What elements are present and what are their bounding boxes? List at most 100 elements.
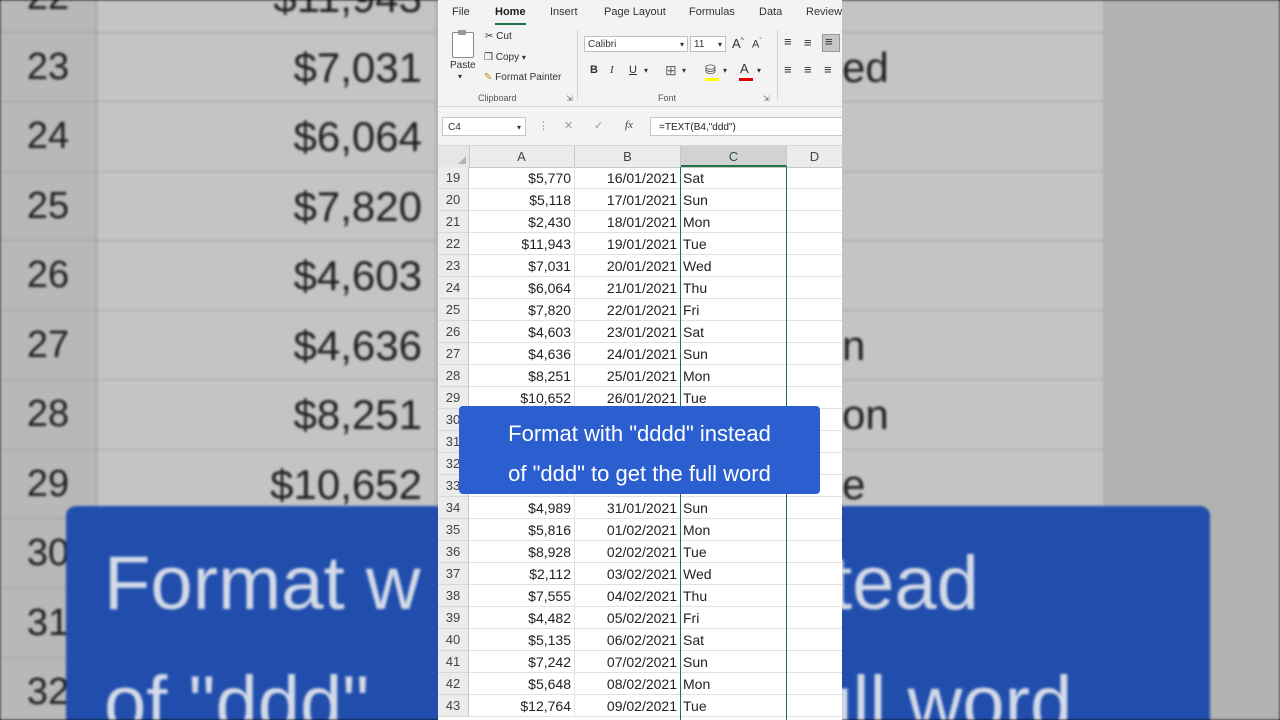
column-header-a[interactable]: A [469, 146, 575, 167]
cell-c[interactable]: Mon [681, 211, 787, 233]
cell-b[interactable]: 05/02/2021 [575, 607, 681, 629]
row-header[interactable]: 27 [438, 343, 469, 365]
align-top-icon[interactable]: ≡ [784, 34, 792, 49]
cell-d[interactable] [787, 211, 842, 233]
font-color-button[interactable]: A [740, 61, 749, 76]
shrink-font-button[interactable]: Aˇ [752, 38, 762, 51]
row-header[interactable]: 37 [438, 563, 469, 585]
cell-c[interactable]: Tue [681, 695, 787, 717]
paste-dropdown-icon[interactable]: ▾ [458, 72, 462, 81]
cell-b[interactable]: 22/01/2021 [575, 299, 681, 321]
cell-a[interactable]: $5,135 [469, 629, 575, 651]
row-header[interactable]: 41 [438, 651, 469, 673]
copy-button[interactable]: ❐ Copy ▾ [484, 52, 526, 63]
clipboard-launcher-icon[interactable]: ⇲ [566, 94, 573, 103]
cell-b[interactable]: 25/01/2021 [575, 365, 681, 387]
cell-a[interactable]: $2,430 [469, 211, 575, 233]
cell-c[interactable]: Thu [681, 585, 787, 607]
row-header[interactable]: 22 [438, 233, 469, 255]
cell-d[interactable] [787, 343, 842, 365]
tab-data[interactable]: Data [759, 6, 782, 18]
row-header[interactable]: 23 [438, 255, 469, 277]
underline-button[interactable]: U [629, 64, 637, 76]
borders-icon[interactable]: ⊞ [665, 62, 677, 79]
cell-c[interactable]: Mon [681, 365, 787, 387]
cell-c[interactable]: Sun [681, 189, 787, 211]
cell-d[interactable] [787, 585, 842, 607]
font-family-select[interactable]: Calibri ▾ [584, 36, 688, 52]
name-box[interactable]: C4 ▾ [442, 117, 526, 136]
cell-a[interactable]: $5,648 [469, 673, 575, 695]
tab-review[interactable]: Review [806, 6, 842, 18]
cell-d[interactable] [787, 607, 842, 629]
cell-c[interactable]: Thu [681, 277, 787, 299]
cell-d[interactable] [787, 629, 842, 651]
cell-a[interactable]: $5,770 [469, 167, 575, 189]
cell-d[interactable] [787, 167, 842, 189]
cell-c[interactable]: Tue [681, 233, 787, 255]
cell-a[interactable]: $8,251 [469, 365, 575, 387]
cell-a[interactable]: $2,112 [469, 563, 575, 585]
cell-d[interactable] [787, 299, 842, 321]
row-header[interactable]: 20 [438, 189, 469, 211]
row-header[interactable]: 28 [438, 365, 469, 387]
align-right-icon[interactable]: ≡ [824, 62, 832, 77]
paste-icon[interactable] [452, 30, 474, 58]
italic-button[interactable]: I [610, 64, 614, 76]
cell-a[interactable]: $4,636 [469, 343, 575, 365]
cell-b[interactable]: 06/02/2021 [575, 629, 681, 651]
tab-home[interactable]: Home [495, 6, 526, 25]
row-header[interactable]: 26 [438, 321, 469, 343]
cell-a[interactable]: $6,064 [469, 277, 575, 299]
cancel-icon[interactable]: ✕ [564, 119, 573, 132]
row-header[interactable]: 39 [438, 607, 469, 629]
cell-b[interactable]: 23/01/2021 [575, 321, 681, 343]
cell-a[interactable]: $4,603 [469, 321, 575, 343]
cell-a[interactable]: $5,118 [469, 189, 575, 211]
cell-c[interactable]: Wed [681, 563, 787, 585]
align-middle-icon[interactable]: ≡ [804, 35, 812, 50]
cell-d[interactable] [787, 497, 842, 519]
font-launcher-icon[interactable]: ⇲ [763, 94, 770, 103]
cell-b[interactable]: 09/02/2021 [575, 695, 681, 717]
cell-d[interactable] [787, 519, 842, 541]
cell-d[interactable] [787, 651, 842, 673]
insert-function-icon[interactable]: fx [625, 119, 633, 131]
row-header[interactable]: 34 [438, 497, 469, 519]
cell-c[interactable]: Tue [681, 541, 787, 563]
cell-b[interactable]: 21/01/2021 [575, 277, 681, 299]
tab-page-layout[interactable]: Page Layout [604, 6, 666, 18]
cell-d[interactable] [787, 233, 842, 255]
cell-b[interactable]: 19/01/2021 [575, 233, 681, 255]
tab-insert[interactable]: Insert [550, 6, 578, 18]
cell-a[interactable]: $4,989 [469, 497, 575, 519]
cell-b[interactable]: 03/02/2021 [575, 563, 681, 585]
tab-file[interactable]: File [452, 6, 470, 18]
align-left-icon[interactable]: ≡ [784, 62, 792, 77]
cell-b[interactable]: 17/01/2021 [575, 189, 681, 211]
cell-a[interactable]: $4,482 [469, 607, 575, 629]
cell-b[interactable]: 02/02/2021 [575, 541, 681, 563]
cell-c[interactable]: Sat [681, 629, 787, 651]
cell-c[interactable]: Sun [681, 343, 787, 365]
cell-a[interactable]: $5,816 [469, 519, 575, 541]
cell-b[interactable]: 24/01/2021 [575, 343, 681, 365]
row-header[interactable]: 38 [438, 585, 469, 607]
align-bottom-button[interactable]: ≡ [822, 34, 840, 52]
row-header[interactable]: 36 [438, 541, 469, 563]
bold-button[interactable]: B [590, 64, 598, 76]
cell-b[interactable]: 01/02/2021 [575, 519, 681, 541]
font-color-dropdown-icon[interactable]: ▾ [757, 66, 761, 75]
align-center-icon[interactable]: ≡ [804, 62, 812, 77]
cell-b[interactable]: 18/01/2021 [575, 211, 681, 233]
cell-d[interactable] [787, 541, 842, 563]
grow-font-button[interactable]: A^ [732, 36, 744, 51]
row-header[interactable]: 35 [438, 519, 469, 541]
cell-c[interactable]: Mon [681, 673, 787, 695]
cut-button[interactable]: ✂ Cut [485, 31, 512, 42]
cell-b[interactable]: 07/02/2021 [575, 651, 681, 673]
borders-dropdown-icon[interactable]: ▾ [682, 66, 686, 75]
enter-icon[interactable]: ✓ [594, 119, 603, 132]
column-header-b[interactable]: B [575, 146, 681, 167]
formula-input[interactable]: =TEXT(B4,"ddd") [650, 117, 842, 136]
